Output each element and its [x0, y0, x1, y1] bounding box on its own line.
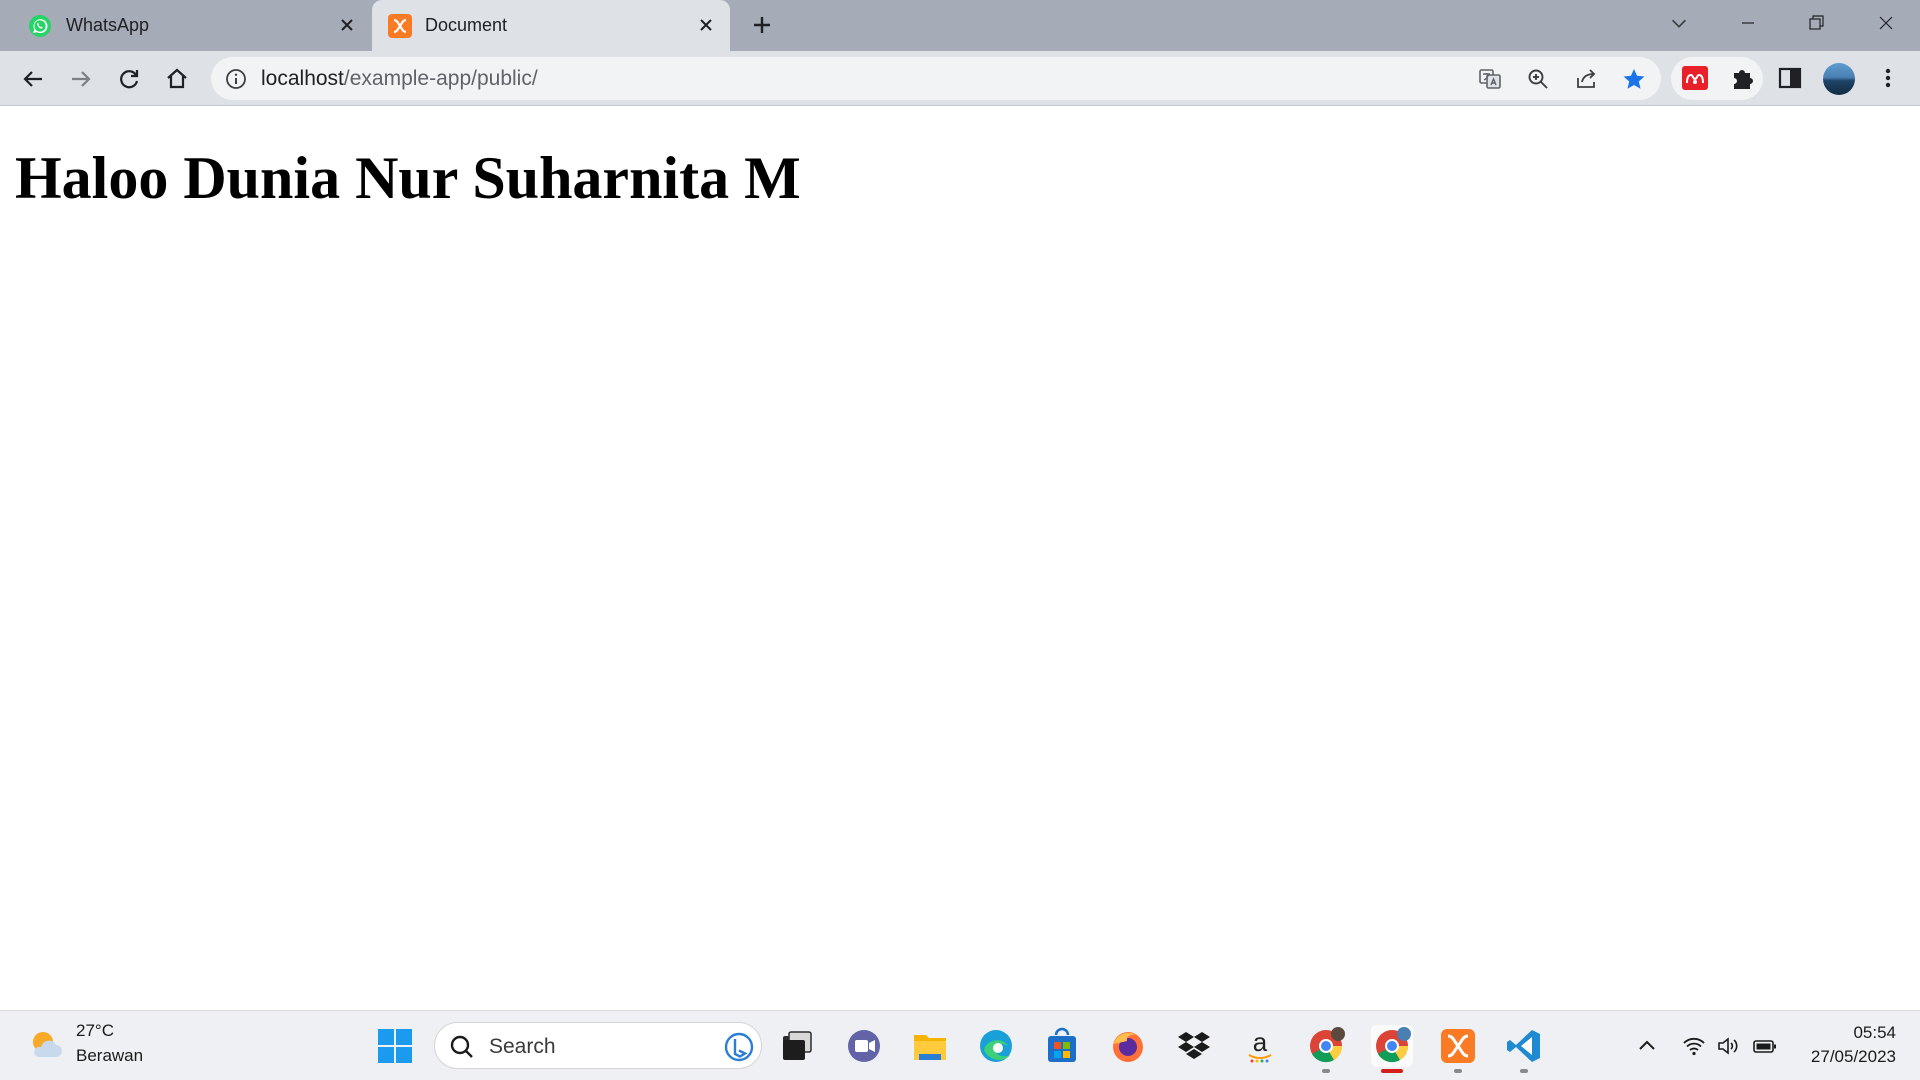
- address-bar[interactable]: localhost/example-app/public/: [211, 57, 1661, 100]
- tab-title: WhatsApp: [66, 15, 150, 35]
- taskbar: 27°C Berawan Search a 05:54 27/05/2023: [0, 1010, 1920, 1080]
- whatsapp-icon: [28, 14, 52, 38]
- weather-temperature[interactable]: 27°C: [76, 1021, 114, 1041]
- reload-button[interactable]: [114, 64, 144, 94]
- chevron-down-icon[interactable]: [1668, 12, 1690, 34]
- url-text[interactable]: localhost/example-app/public/: [261, 67, 538, 91]
- clock[interactable]: 05:54 27/05/2023: [1811, 1021, 1896, 1069]
- side-panel-icon[interactable]: [1776, 64, 1804, 92]
- browser-toolbar: localhost/example-app/public/: [0, 51, 1920, 106]
- new-tab-button[interactable]: [748, 13, 776, 39]
- close-window-button[interactable]: [1866, 8, 1906, 38]
- page-heading: Haloo Dunia Nur Suharnita M: [15, 145, 801, 211]
- running-indicator: [1454, 1069, 1462, 1073]
- close-icon[interactable]: [696, 15, 716, 35]
- back-button[interactable]: [18, 64, 48, 94]
- chrome-profile-2-icon[interactable]: [1371, 1025, 1413, 1073]
- search-placeholder: Search: [489, 1035, 556, 1058]
- tab-document[interactable]: Document: [372, 0, 730, 51]
- running-indicator: [1520, 1069, 1528, 1073]
- xampp-icon: [388, 14, 412, 38]
- close-icon[interactable]: [337, 15, 357, 35]
- taskbar-search[interactable]: Search: [434, 1022, 762, 1069]
- share-icon[interactable]: [1574, 67, 1598, 91]
- profile-avatar[interactable]: [1823, 63, 1855, 95]
- vscode-icon[interactable]: [1503, 1025, 1545, 1073]
- zoom-icon[interactable]: [1526, 67, 1550, 91]
- home-button[interactable]: [162, 64, 192, 94]
- start-button[interactable]: [374, 1025, 416, 1067]
- xampp-icon[interactable]: [1437, 1025, 1479, 1073]
- file-explorer-icon[interactable]: [909, 1025, 951, 1067]
- puzzle-icon[interactable]: [1729, 64, 1757, 92]
- tab-title: Document: [425, 15, 508, 35]
- chevron-up-icon[interactable]: [1634, 1033, 1660, 1059]
- tab-whatsapp[interactable]: WhatsApp: [0, 0, 370, 51]
- running-indicator: [1322, 1069, 1330, 1073]
- dropbox-icon[interactable]: [1173, 1025, 1215, 1067]
- amazon-icon[interactable]: a: [1239, 1025, 1281, 1067]
- task-view-icon[interactable]: [776, 1025, 818, 1067]
- info-icon[interactable]: [225, 68, 247, 90]
- minimize-button[interactable]: [1728, 8, 1768, 38]
- restore-button[interactable]: [1796, 8, 1836, 38]
- edge-icon[interactable]: [975, 1025, 1017, 1067]
- translate-icon[interactable]: [1478, 67, 1502, 91]
- mendeley-extension-icon[interactable]: [1681, 64, 1709, 92]
- weather-condition[interactable]: Berawan: [76, 1046, 143, 1066]
- clock-date: 27/05/2023: [1810, 1047, 1896, 1066]
- wifi-icon[interactable]: [1681, 1033, 1707, 1059]
- volume-icon[interactable]: [1715, 1033, 1741, 1059]
- tab-strip: WhatsApp Document: [0, 0, 1920, 51]
- battery-icon[interactable]: [1752, 1033, 1778, 1059]
- menu-dots-icon[interactable]: [1874, 64, 1902, 92]
- url-path: /example-app/public/: [343, 67, 538, 90]
- teams-chat-icon[interactable]: [843, 1025, 885, 1067]
- url-host: localhost: [261, 67, 344, 90]
- microsoft-store-icon[interactable]: [1041, 1025, 1083, 1067]
- page-viewport: Haloo Dunia Nur Suharnita M: [0, 106, 1920, 1010]
- svg-text:a: a: [1253, 1027, 1268, 1057]
- firefox-icon[interactable]: [1107, 1025, 1149, 1067]
- forward-button[interactable]: [66, 64, 96, 94]
- chrome-profile-1-icon[interactable]: [1305, 1025, 1347, 1073]
- bookmark-star-icon[interactable]: [1622, 67, 1646, 91]
- weather-cloud-sun-icon[interactable]: [28, 1027, 64, 1063]
- bing-icon[interactable]: [724, 1032, 754, 1062]
- search-icon: [449, 1034, 475, 1060]
- active-indicator: [1381, 1069, 1403, 1073]
- clock-time: 05:54: [1853, 1023, 1896, 1042]
